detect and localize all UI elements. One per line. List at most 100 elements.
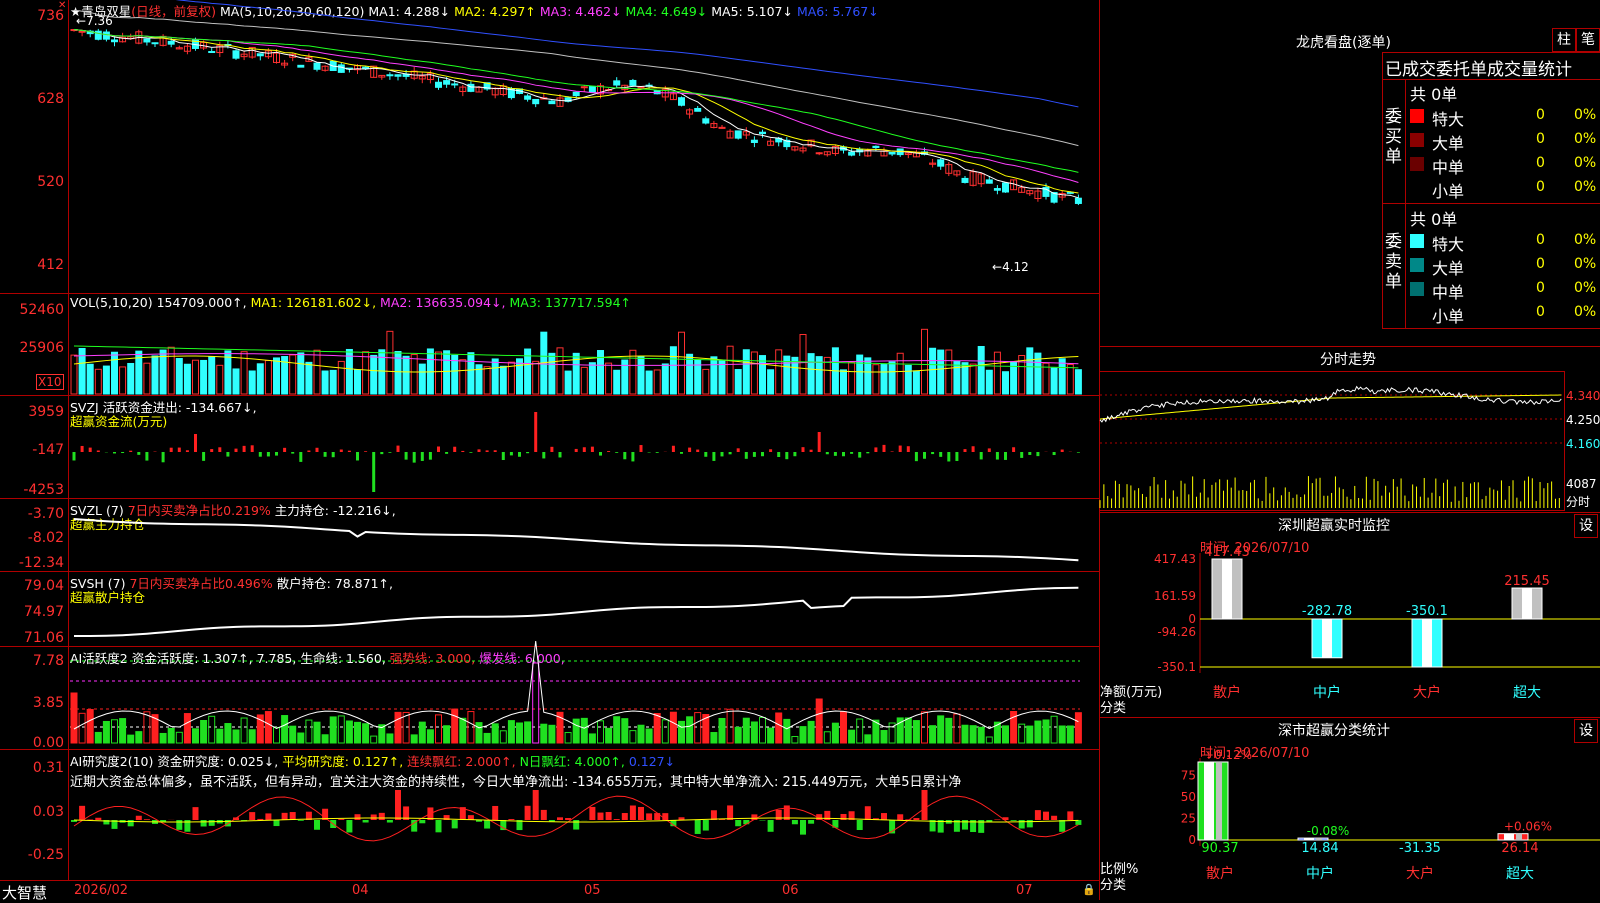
research-bar [176, 820, 182, 830]
flow-bar [283, 448, 286, 452]
flow-bar [445, 452, 448, 454]
value-bar [290, 355, 296, 394]
value-bar [565, 733, 571, 743]
value-bar [500, 731, 506, 743]
value-bar [857, 719, 863, 743]
value-bar [986, 737, 992, 743]
main-holding-chart[interactable] [70, 499, 1100, 571]
value-bar [565, 371, 571, 394]
flow-bar [194, 434, 197, 452]
value-bar [274, 358, 280, 394]
candlestick-chart[interactable] [70, 0, 1100, 293]
pen-mode-button[interactable]: 笔 [1576, 28, 1600, 52]
candle-body [79, 31, 85, 32]
value-bar [930, 348, 936, 394]
value-bar [800, 727, 806, 743]
volume-panel[interactable]: VOL(5,10,20) 154709.000↑, MA1: 126181.60… [0, 294, 1100, 396]
value-bar [679, 332, 685, 394]
activity-chart[interactable] [70, 647, 1100, 749]
flow-bar [542, 452, 545, 458]
candle-body [638, 87, 644, 88]
svzl-panel[interactable]: SVZL (7) 7日内买卖净占比0.219% 主力持仓: -12.216↓, … [0, 499, 1100, 572]
flow-bar [437, 446, 440, 452]
sz-monitor-panel[interactable]: 深圳超赢实时监控 设 时间: 2026/07/10 净额(万元) 分类 417.… [1100, 513, 1600, 718]
candle-body [112, 40, 118, 42]
flow-bar [988, 448, 991, 452]
value-bar [978, 727, 984, 743]
value-bar [873, 365, 879, 394]
value-bar [711, 733, 717, 743]
pct-label: +0.06% [1504, 820, 1552, 834]
value-bar [573, 719, 579, 743]
flow-bar [640, 445, 643, 452]
research-bar [808, 820, 814, 824]
value-bar [306, 362, 312, 394]
category-label: 散户 [1213, 684, 1241, 701]
bar-highlight [1304, 838, 1314, 840]
value-bar [476, 723, 482, 743]
value-bar [905, 718, 911, 743]
lhb-row-pct: 0% [1574, 131, 1596, 147]
flow-bar [826, 452, 829, 454]
flow-bar [89, 448, 92, 452]
ai-active-panel[interactable]: AI活跃度2 资金活跃度: 1.307↑, 7.785, 生命线: 1.560,… [0, 647, 1100, 750]
bar-value-label: 215.45 [1504, 574, 1550, 589]
value-bar [922, 329, 928, 394]
candle-body [525, 96, 531, 99]
close-icon[interactable]: ✕ [58, 0, 66, 11]
value-bar [938, 350, 944, 394]
intraday-title: 分时走势 [1320, 349, 1376, 369]
bar-stripe [1216, 762, 1222, 840]
value-bar [614, 717, 620, 743]
fund-flow-chart[interactable] [70, 396, 1100, 498]
retail-holding-chart[interactable] [70, 572, 1100, 646]
lock-icon[interactable]: 🔒 [1082, 883, 1096, 896]
candle-body [873, 146, 879, 147]
flow-bar [899, 446, 902, 452]
value-bar [395, 712, 401, 743]
intraday-chart[interactable] [1100, 371, 1564, 509]
vol-unit-badge[interactable]: X10 [36, 374, 64, 390]
research-bar [695, 820, 701, 834]
value-bar [136, 732, 142, 743]
intraday-panel[interactable]: 分时走势 4.340 4.250 4.160 4087 分时 [1100, 347, 1600, 513]
color-swatch [1410, 234, 1424, 248]
value-bar [525, 722, 531, 743]
value-bar [1059, 359, 1065, 394]
net-amount-chart[interactable]: 417.43161.590-94.26-350.1417.43散户-282.78… [1100, 513, 1600, 717]
bar-highlight [1504, 834, 1514, 840]
lhb-tab[interactable]: 已成交委托单成交量统计 [1382, 52, 1600, 80]
value-bar [330, 370, 336, 394]
svzj-panel[interactable]: SVZJ 活跃资金进出: -134.667↓, 超赢资金流(万元) 3959 -… [0, 396, 1100, 499]
bar-mode-button[interactable]: 柱 [1552, 28, 1576, 52]
value-bar [363, 724, 369, 743]
value-bar [387, 734, 393, 743]
value-bar [193, 360, 199, 394]
research-bar [881, 813, 887, 820]
research-bar [913, 818, 919, 820]
ma-line [74, 30, 1078, 173]
research-bar [768, 820, 774, 832]
ai-research-y-tick: -0.25 [2, 847, 64, 863]
research-bar [622, 813, 628, 820]
flow-bar [1061, 450, 1064, 452]
flow-bar [599, 452, 602, 456]
research-chart[interactable] [70, 750, 1100, 880]
value-bar [1075, 370, 1081, 394]
candle-body [816, 153, 822, 154]
svsh-panel[interactable]: SVSH (7) 7日内买卖净占比0.496% 散户持仓: 78.871↑, 超… [0, 572, 1100, 647]
kline-panel[interactable]: ★青岛双星(日线，前复权) MA(5,10,20,30,60,120) MA1:… [0, 0, 1100, 294]
value-bar [460, 360, 466, 394]
buy-rows: 共 0单 特大00%大单00%中单00%小单00% [1405, 79, 1600, 203]
sz-stats-panel[interactable]: 深市超赢分类统计 设 时间: 2026/07/10 比例% 分类 7550250… [1100, 718, 1600, 900]
ai-research-panel[interactable]: AI研究度2(10) 资金研究度: 0.025↓, 平均研究度: 0.127↑,… [0, 750, 1100, 880]
lhb-row-pct: 0% [1574, 179, 1596, 195]
value-bar [290, 726, 296, 743]
pct-label: +0.12% [1204, 748, 1252, 762]
research-bar [598, 813, 604, 820]
research-bar [557, 817, 563, 820]
volume-chart[interactable] [70, 294, 1100, 395]
research-bar [209, 820, 215, 826]
ratio-chart[interactable]: 7550250+0.12%90.37散户-0.08%14.84中户-31.35大… [1100, 718, 1600, 900]
flow-bar [502, 452, 505, 460]
